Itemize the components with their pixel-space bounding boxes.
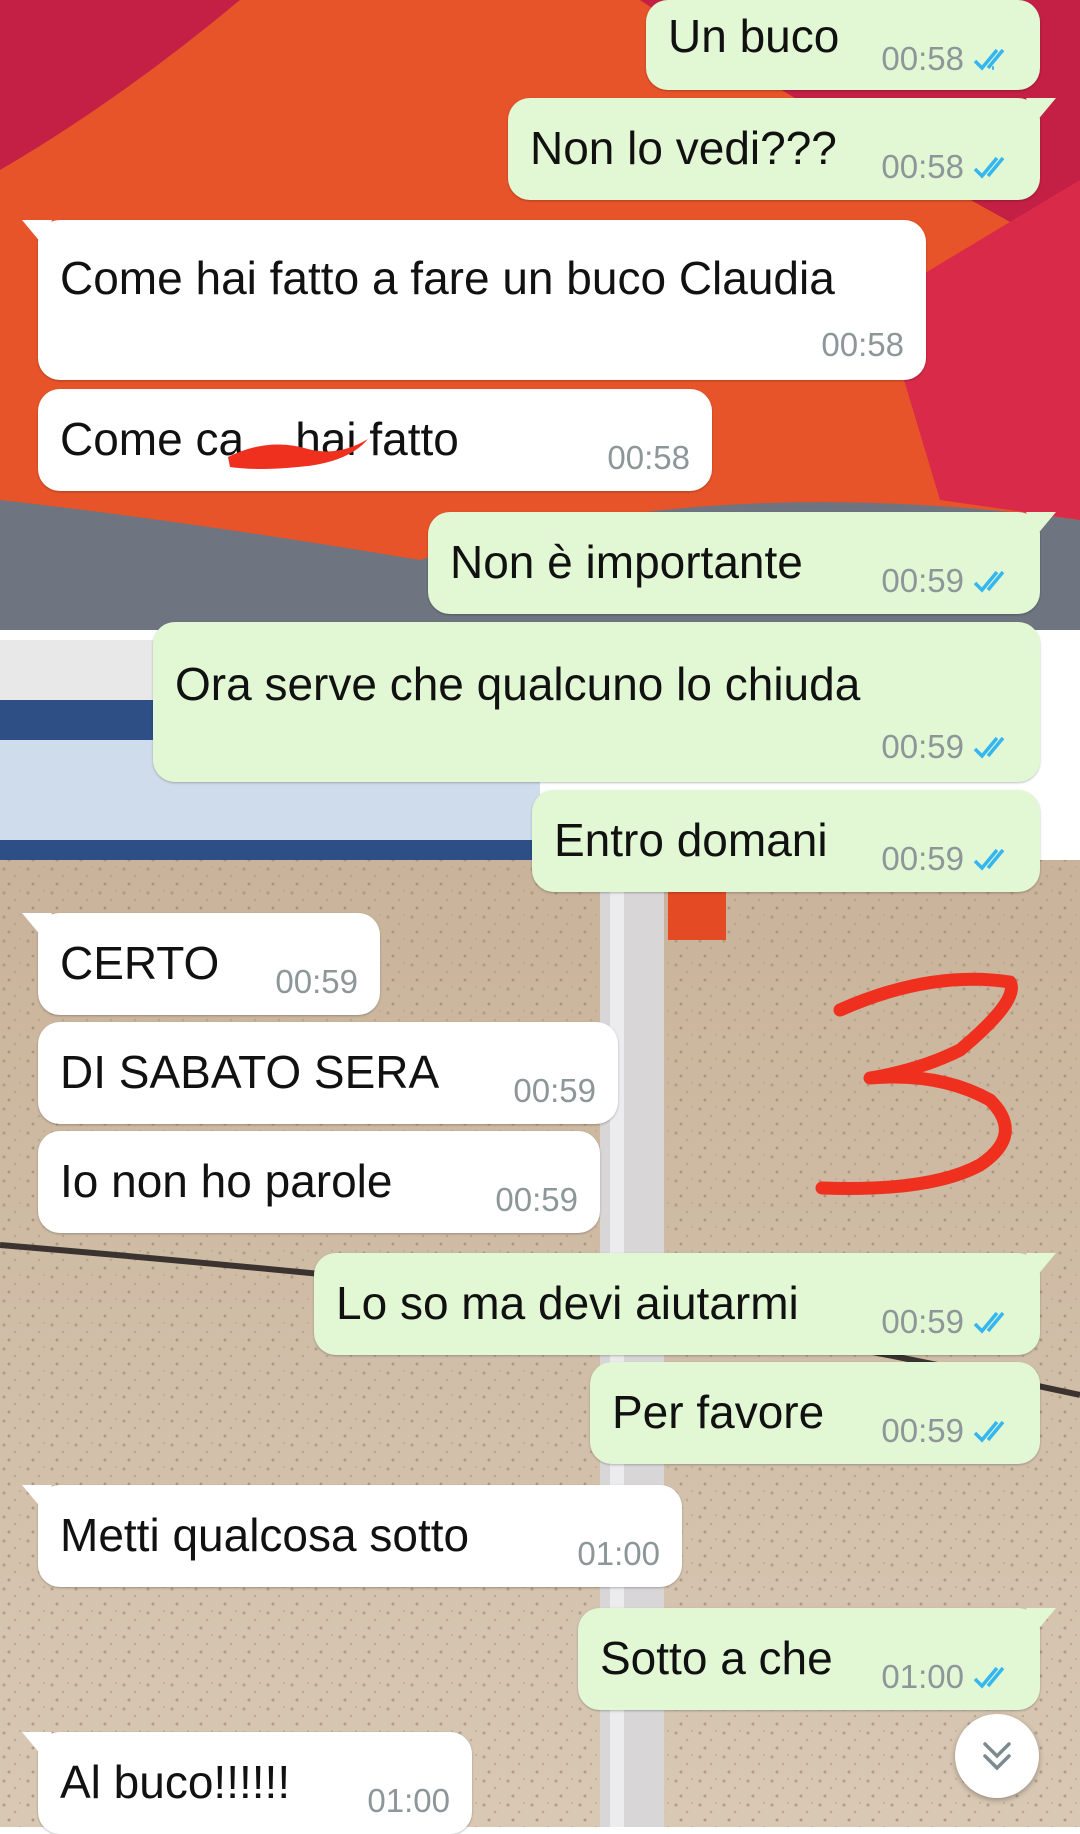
outgoing-message[interactable]: Lo so ma devi aiutarmi 00:59 bbox=[314, 1253, 1056, 1355]
message-text: CERTO bbox=[60, 937, 220, 989]
message-time: 00:59 bbox=[881, 728, 964, 765]
outgoing-message[interactable]: Non lo vedi??? 00:58 bbox=[508, 98, 1056, 200]
double-chevron-down-icon bbox=[983, 1742, 1011, 1771]
redaction-scribble bbox=[228, 439, 368, 469]
message-time: 00:59 bbox=[881, 562, 964, 599]
message-text: Sotto a che bbox=[600, 1632, 833, 1684]
message-time: 00:59 bbox=[495, 1181, 578, 1218]
message-text: Non lo vedi??? bbox=[530, 122, 837, 174]
outgoing-message[interactable]: Sotto a che 01:00 bbox=[578, 1608, 1056, 1710]
outgoing-message[interactable]: Ora serve che qualcuno lo chiuda 00:59 bbox=[153, 622, 1040, 782]
message-time: 00:59 bbox=[881, 1303, 964, 1340]
message-meta: 00:58 bbox=[881, 148, 1018, 186]
message-time: 00:59 bbox=[881, 1412, 964, 1449]
message-text: Io non ho parole bbox=[60, 1155, 393, 1207]
message-time: 01:00 bbox=[577, 1535, 660, 1572]
message-text: Lo so ma devi aiutarmi bbox=[336, 1277, 799, 1329]
double-check-icon bbox=[973, 1311, 1005, 1334]
message-text: Al buco!!!!!! bbox=[60, 1756, 291, 1808]
message-meta: 00:58 bbox=[607, 439, 690, 477]
message-time: 00:58 bbox=[881, 40, 964, 77]
message-meta: 00:59 bbox=[275, 963, 358, 1001]
incoming-message[interactable]: Metti qualcosa sotto 01:00 bbox=[22, 1485, 682, 1587]
message-time: 00:59 bbox=[881, 840, 964, 877]
double-check-icon bbox=[973, 48, 1005, 71]
double-check-icon bbox=[973, 1666, 1005, 1689]
outgoing-message[interactable]: Entro domani 00:59 bbox=[532, 790, 1040, 892]
outgoing-message[interactable]: Un buco 00:58 bbox=[646, 0, 1040, 90]
bubble-tail bbox=[22, 1485, 52, 1509]
scroll-to-bottom-button[interactable] bbox=[955, 1714, 1039, 1798]
message-text: Metti qualcosa sotto bbox=[60, 1509, 470, 1561]
message-text: Come hai fatto a fare un buco Claudia bbox=[60, 252, 835, 304]
message-meta: 00:59 bbox=[881, 1303, 1018, 1341]
message-text: DI SABATO SERA bbox=[60, 1046, 440, 1098]
message-time: 00:59 bbox=[513, 1072, 596, 1109]
outgoing-message[interactable]: Non è importante 00:59 bbox=[428, 512, 1056, 614]
double-check-icon bbox=[973, 156, 1005, 179]
outgoing-message[interactable]: Per favore 00:59 bbox=[590, 1362, 1040, 1464]
message-text: Entro domani bbox=[554, 814, 828, 866]
message-time: 01:00 bbox=[367, 1782, 450, 1819]
incoming-message[interactable]: DI SABATO SERA 00:59 bbox=[38, 1022, 618, 1124]
bubble-tail bbox=[22, 220, 52, 244]
incoming-message[interactable]: Io non ho parole 00:59 bbox=[38, 1131, 600, 1233]
bubble-tail bbox=[1026, 1253, 1056, 1277]
message-time: 00:58 bbox=[607, 439, 690, 476]
message-text: Ora serve che qualcuno lo chiuda bbox=[175, 658, 861, 710]
message-time: 00:59 bbox=[275, 963, 358, 1000]
message-meta: 00:59 bbox=[881, 562, 1018, 600]
bubble-tail bbox=[22, 913, 52, 937]
message-text: Un buco bbox=[668, 10, 840, 62]
incoming-message[interactable]: Come hai fatto a fare un buco Claudia 00… bbox=[22, 220, 926, 380]
incoming-message[interactable]: Come ca hai fatto 00:58 bbox=[38, 389, 712, 491]
message-time: 00:58 bbox=[821, 326, 904, 363]
bubble-tail bbox=[1026, 98, 1056, 122]
annotation-number-3: 3 bbox=[815, 972, 1018, 1195]
double-check-icon bbox=[973, 1420, 1005, 1443]
message-meta: 00:58 bbox=[881, 40, 1018, 78]
message-time: 00:58 bbox=[881, 148, 964, 185]
message-meta: 01:00 bbox=[881, 1658, 1018, 1696]
message-meta: 01:00 bbox=[367, 1782, 450, 1820]
bubble-tail bbox=[1026, 1608, 1056, 1632]
double-check-icon bbox=[973, 736, 1005, 759]
message-meta: 00:58 bbox=[821, 326, 904, 364]
message-time: 01:00 bbox=[881, 1658, 964, 1695]
message-meta: 01:00 bbox=[577, 1535, 660, 1573]
message-meta: 00:59 bbox=[513, 1072, 596, 1110]
message-meta: 00:59 bbox=[881, 1412, 1018, 1450]
bubble-tail bbox=[1026, 512, 1056, 536]
bubble-tail bbox=[22, 1732, 52, 1756]
incoming-message[interactable]: CERTO 00:59 bbox=[22, 913, 380, 1015]
message-meta: 00:59 bbox=[495, 1181, 578, 1219]
double-check-icon bbox=[973, 848, 1005, 871]
message-text: Non è importante bbox=[450, 536, 803, 588]
message-meta: 00:59 bbox=[881, 840, 1018, 878]
incoming-message[interactable]: Al buco!!!!!! 01:00 bbox=[22, 1732, 472, 1834]
double-check-icon bbox=[973, 570, 1005, 593]
message-meta: 00:59 bbox=[881, 728, 1018, 766]
message-text: Per favore bbox=[612, 1386, 825, 1438]
